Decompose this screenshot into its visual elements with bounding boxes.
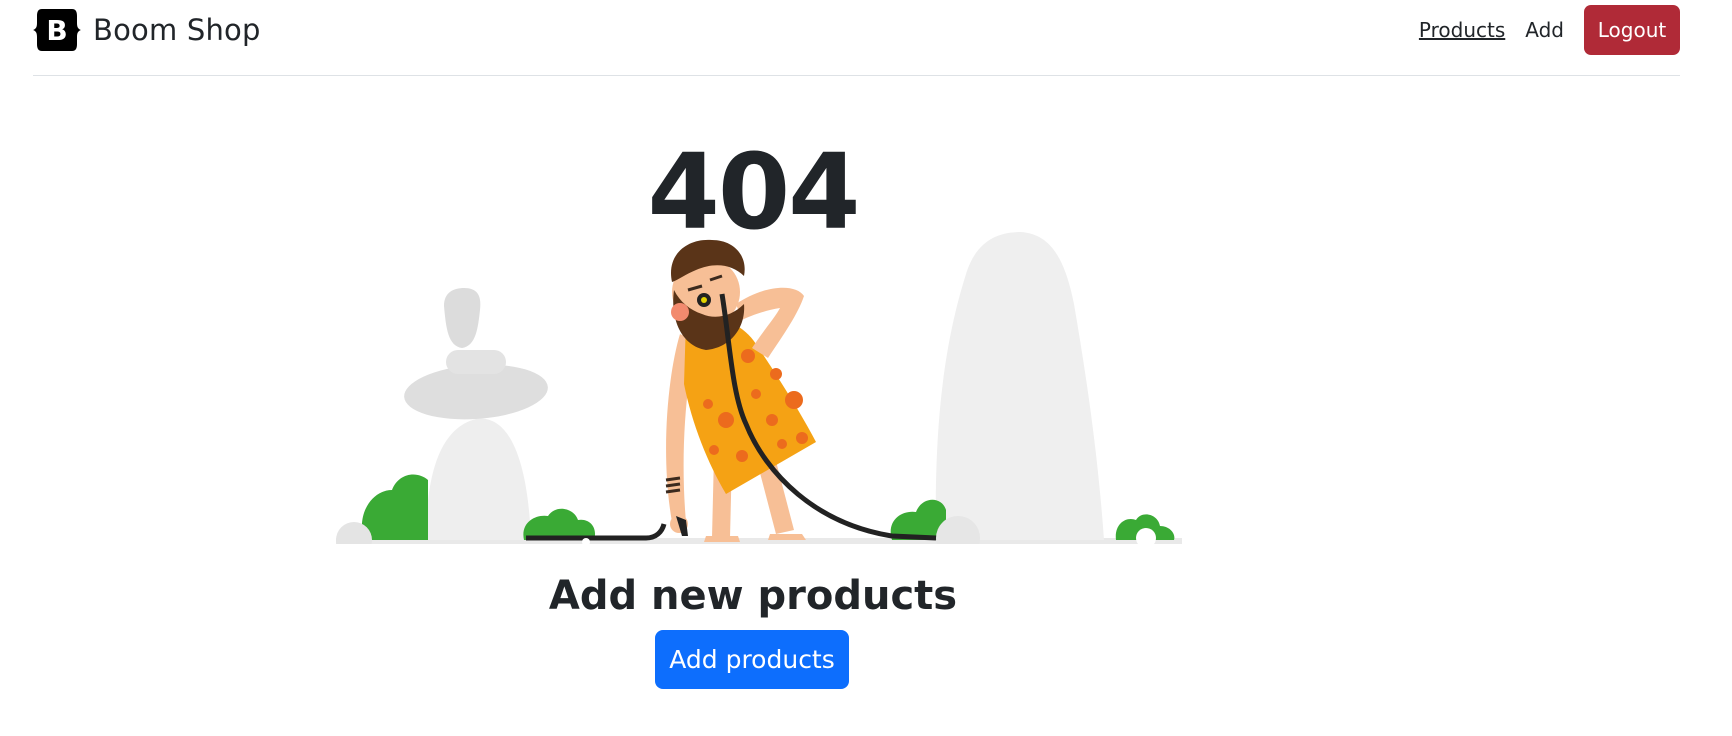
logout-button[interactable]: Logout	[1584, 5, 1680, 55]
nav-link-add[interactable]: Add	[1525, 18, 1564, 42]
add-products-button[interactable]: Add products	[655, 630, 849, 689]
navbar: B Boom Shop Products Add Logout	[33, 0, 1680, 76]
caveman-404-illustration	[336, 232, 1182, 544]
nav-links: Products Add Logout	[1419, 5, 1680, 55]
svg-text:B: B	[46, 14, 67, 47]
bootstrap-logo-icon: B	[33, 9, 81, 51]
brand-link[interactable]: B Boom Shop	[33, 9, 261, 51]
brand-name: Boom Shop	[93, 13, 261, 47]
nav-link-products[interactable]: Products	[1419, 18, 1505, 42]
subtitle: Add new products	[548, 573, 958, 619]
